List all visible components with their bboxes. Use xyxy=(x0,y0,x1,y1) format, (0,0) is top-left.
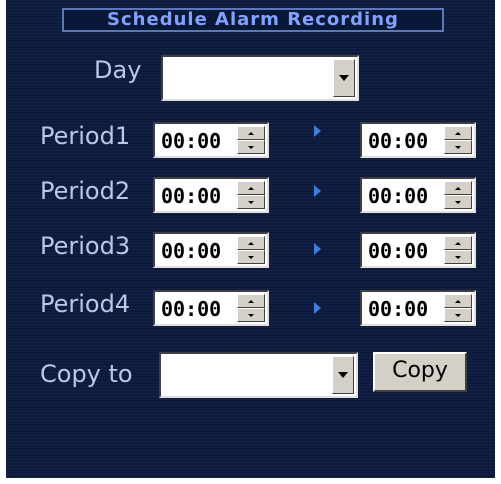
spin-up-button[interactable] xyxy=(237,181,265,195)
period4-end-spinner[interactable] xyxy=(444,294,472,322)
caret-up-icon xyxy=(455,186,461,190)
caret-down-icon xyxy=(455,255,461,259)
period4-start-spinner[interactable] xyxy=(237,294,265,322)
spin-down-button[interactable] xyxy=(237,308,265,322)
caret-down-icon xyxy=(455,313,461,317)
spin-down-button[interactable] xyxy=(444,140,472,154)
copy-to-select[interactable] xyxy=(159,352,358,398)
period2-end-time[interactable]: 00:00 xyxy=(360,177,476,213)
copy-button[interactable]: Copy xyxy=(373,352,467,392)
period2-end-spinner[interactable] xyxy=(444,181,472,209)
caret-up-icon xyxy=(455,299,461,303)
copy-to-label: Copy to xyxy=(40,360,133,388)
period2-start-time[interactable]: 00:00 xyxy=(153,177,269,213)
arrow-right-icon xyxy=(314,243,321,255)
period1-start-time[interactable]: 00:00 xyxy=(153,122,269,158)
arrow-right-icon xyxy=(314,302,321,314)
spin-down-button[interactable] xyxy=(237,195,265,209)
period1-end-value: 00:00 xyxy=(368,129,429,153)
period1-start-spinner[interactable] xyxy=(237,126,265,154)
caret-up-icon xyxy=(455,131,461,135)
period3-label: Period3 xyxy=(40,232,131,260)
chevron-down-icon xyxy=(339,75,349,81)
day-label: Day xyxy=(94,56,142,84)
schedule-panel: Schedule Alarm Recording Day Period1 00:… xyxy=(6,0,495,478)
caret-up-icon xyxy=(248,131,254,135)
period4-label: Period4 xyxy=(40,290,131,318)
period2-end-value: 00:00 xyxy=(368,184,429,208)
period2-start-value: 00:00 xyxy=(161,184,222,208)
caret-up-icon xyxy=(248,299,254,303)
day-dropdown-button[interactable] xyxy=(333,59,355,97)
spin-up-button[interactable] xyxy=(237,126,265,140)
caret-down-icon xyxy=(248,313,254,317)
spin-down-button[interactable] xyxy=(237,140,265,154)
copy-to-dropdown-button[interactable] xyxy=(332,356,354,394)
spin-down-button[interactable] xyxy=(444,308,472,322)
chevron-down-icon xyxy=(338,372,348,378)
period1-end-spinner[interactable] xyxy=(444,126,472,154)
period2-label: Period2 xyxy=(40,177,131,205)
period3-start-spinner[interactable] xyxy=(237,236,265,264)
period3-start-value: 00:00 xyxy=(161,239,222,263)
spin-up-button[interactable] xyxy=(444,294,472,308)
spin-up-button[interactable] xyxy=(444,126,472,140)
caret-down-icon xyxy=(455,145,461,149)
period4-end-time[interactable]: 00:00 xyxy=(360,290,476,326)
period1-end-time[interactable]: 00:00 xyxy=(360,122,476,158)
caret-down-icon xyxy=(248,200,254,204)
spin-up-button[interactable] xyxy=(237,294,265,308)
title-frame: Schedule Alarm Recording xyxy=(62,8,444,32)
caret-up-icon xyxy=(455,241,461,245)
spin-down-button[interactable] xyxy=(237,250,265,264)
period3-end-spinner[interactable] xyxy=(444,236,472,264)
caret-down-icon xyxy=(455,200,461,204)
day-select[interactable] xyxy=(161,55,359,101)
spin-down-button[interactable] xyxy=(444,250,472,264)
period4-start-value: 00:00 xyxy=(161,297,222,321)
caret-down-icon xyxy=(248,145,254,149)
period3-end-value: 00:00 xyxy=(368,239,429,263)
period4-end-value: 00:00 xyxy=(368,297,429,321)
caret-up-icon xyxy=(248,186,254,190)
spin-up-button[interactable] xyxy=(444,236,472,250)
spin-up-button[interactable] xyxy=(237,236,265,250)
spin-down-button[interactable] xyxy=(444,195,472,209)
caret-up-icon xyxy=(248,241,254,245)
period4-start-time[interactable]: 00:00 xyxy=(153,290,269,326)
period3-start-time[interactable]: 00:00 xyxy=(153,232,269,268)
caret-down-icon xyxy=(248,255,254,259)
spin-up-button[interactable] xyxy=(444,181,472,195)
period1-start-value: 00:00 xyxy=(161,129,222,153)
panel-title: Schedule Alarm Recording xyxy=(107,9,399,30)
period3-end-time[interactable]: 00:00 xyxy=(360,232,476,268)
period1-label: Period1 xyxy=(40,122,131,150)
period2-start-spinner[interactable] xyxy=(237,181,265,209)
arrow-right-icon xyxy=(314,185,321,197)
arrow-right-icon xyxy=(314,125,321,137)
